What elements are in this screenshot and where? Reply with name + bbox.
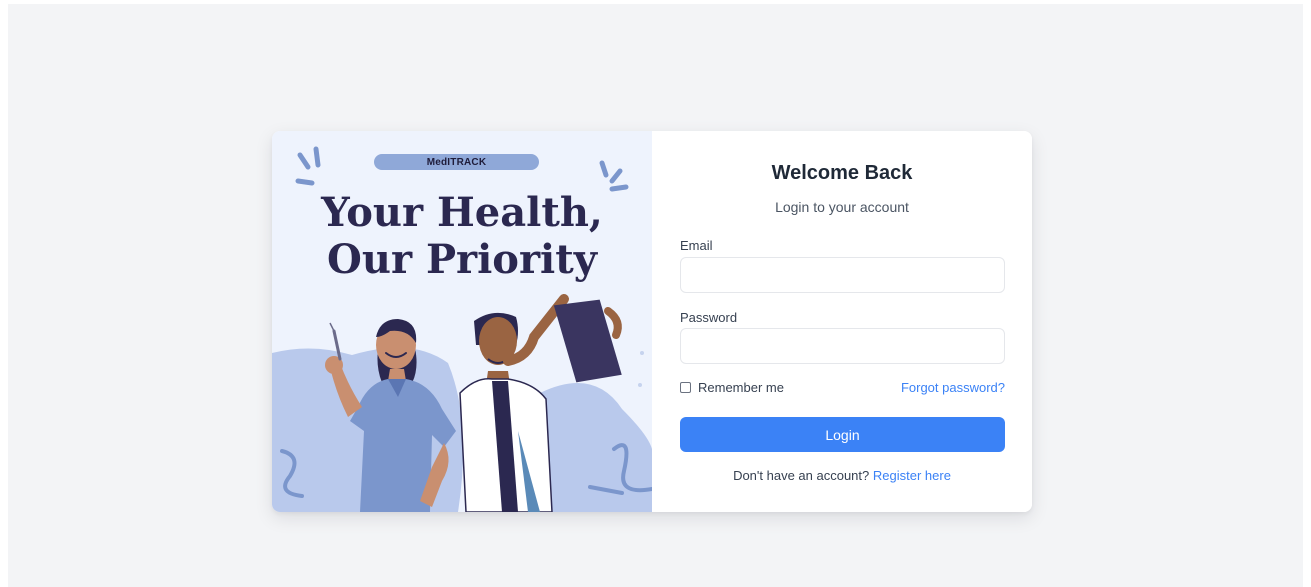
password-field[interactable] bbox=[680, 328, 1005, 364]
remember-me-checkbox[interactable] bbox=[680, 382, 691, 393]
login-button[interactable]: Login bbox=[680, 417, 1005, 452]
hero-headline-line1: Your Health, bbox=[321, 189, 603, 236]
forgot-password-link[interactable]: Forgot password? bbox=[901, 380, 1005, 395]
brand-logo: MedITRACK bbox=[374, 154, 539, 170]
remember-me-label: Remember me bbox=[698, 380, 784, 395]
register-prompt: Don't have an account? Register here bbox=[652, 468, 1032, 483]
register-link[interactable]: Register here bbox=[873, 468, 951, 483]
hero-headline-line2: Our Priority bbox=[327, 236, 597, 283]
page-title: Welcome Back bbox=[771, 162, 913, 184]
page-subtitle: Login to your account bbox=[775, 199, 909, 215]
register-prompt-text: Don't have an account? bbox=[733, 468, 870, 483]
login-card: MedITRACK Your Health, Our Priority Welc… bbox=[272, 131, 1032, 512]
password-label: Password bbox=[680, 310, 738, 325]
hero-headline: Your Health, Our Priority bbox=[272, 189, 652, 283]
login-form-panel: Welcome Back Login to your account Email… bbox=[652, 131, 1032, 512]
email-label: Email bbox=[680, 238, 713, 253]
email-field[interactable] bbox=[680, 257, 1005, 293]
remember-me: Remember me bbox=[680, 380, 784, 395]
hero-panel: MedITRACK Your Health, Our Priority bbox=[272, 131, 652, 512]
